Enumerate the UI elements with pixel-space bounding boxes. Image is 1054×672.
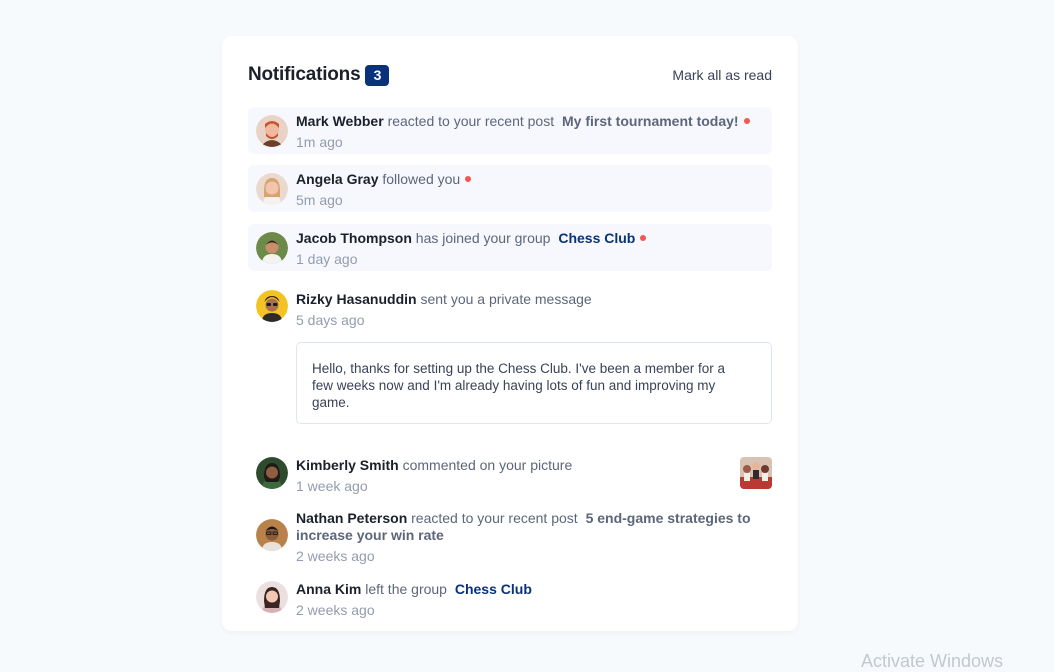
unread-dot — [465, 176, 472, 183]
avatar-nathan-peterson[interactable] — [256, 519, 288, 551]
notification-text: Angela Gray followed you — [296, 171, 772, 188]
timestamp: 5m ago — [296, 192, 343, 208]
timestamp: 1 day ago — [296, 251, 358, 267]
notification-text: Rizky Hasanuddin sent you a private mess… — [296, 291, 772, 308]
unread-dot — [743, 118, 750, 125]
notification-text: Kimberly Smith commented on your picture — [296, 457, 772, 474]
notification-item[interactable]: Kimberly Smith commented on your picture… — [248, 457, 772, 494]
activate-windows-watermark: Activate Windows — [861, 651, 1004, 671]
notification-item[interactable]: Angela Gray followed you 5m ago — [248, 165, 772, 212]
title-wrap: Notifications 3 — [248, 64, 390, 86]
avatar-kimberly-smith[interactable] — [256, 457, 288, 489]
action-text: sent you a private message — [420, 291, 592, 307]
action-text: has joined your group — [415, 230, 551, 246]
notification-text: Nathan Peterson reacted to your recent p… — [296, 510, 772, 544]
unread-dot — [640, 235, 647, 242]
notification-item[interactable]: Anna Kim left the group Chess Club 2 wee… — [248, 581, 772, 618]
action-text: followed you — [382, 171, 461, 187]
user-name-link[interactable]: Rizky Hasanuddin — [296, 291, 417, 307]
avatar-angela-gray[interactable] — [256, 173, 288, 205]
notification-item[interactable]: Rizky Hasanuddin sent you a private mess… — [248, 290, 772, 334]
page-title: Notifications — [248, 64, 361, 85]
avatar-jacob-thompson[interactable] — [256, 232, 288, 264]
notifications-card: Notifications 3 Mark all as read Mark We… — [222, 36, 798, 631]
private-message-preview[interactable]: Hello, thanks for setting up the Chess C… — [296, 342, 772, 424]
timestamp: 2 weeks ago — [296, 548, 375, 564]
group-link[interactable]: Chess Club — [558, 230, 635, 246]
timestamp: 2 weeks ago — [296, 602, 375, 618]
action-text: commented on your picture — [402, 457, 573, 473]
group-link[interactable]: Chess Club — [455, 581, 532, 597]
notification-text: Mark Webber reacted to your recent post … — [296, 113, 772, 130]
notifications-header: Notifications 3 Mark all as read — [248, 63, 772, 87]
timestamp: 1 week ago — [296, 478, 368, 494]
user-name-link[interactable]: Jacob Thompson — [296, 230, 412, 246]
unread-count-badge: 3 — [365, 64, 390, 86]
avatar-anna-kim[interactable] — [256, 581, 288, 613]
notification-item[interactable]: Nathan Peterson reacted to your recent p… — [248, 510, 772, 566]
post-link[interactable]: My first tournament today! — [562, 113, 739, 129]
avatar-mark-webber[interactable] — [256, 115, 288, 147]
mark-all-read-button[interactable]: Mark all as read — [672, 67, 772, 83]
notification-item[interactable]: Jacob Thompson has joined your group Che… — [248, 224, 772, 271]
commented-picture-thumbnail[interactable] — [740, 457, 772, 489]
timestamp: 5 days ago — [296, 312, 365, 328]
user-name-link[interactable]: Anna Kim — [296, 581, 361, 597]
notification-text: Jacob Thompson has joined your group Che… — [296, 230, 772, 247]
action-text: left the group — [365, 581, 447, 597]
notification-item[interactable]: Mark Webber reacted to your recent post … — [248, 107, 772, 154]
timestamp: 1m ago — [296, 134, 343, 150]
user-name-link[interactable]: Nathan Peterson — [296, 510, 407, 526]
user-name-link[interactable]: Kimberly Smith — [296, 457, 399, 473]
action-text: reacted to your recent post — [411, 510, 578, 526]
user-name-link[interactable]: Mark Webber — [296, 113, 384, 129]
user-name-link[interactable]: Angela Gray — [296, 171, 378, 187]
avatar-rizky-hasanuddin[interactable] — [256, 290, 288, 322]
action-text: reacted to your recent post — [387, 113, 555, 129]
notification-text: Anna Kim left the group Chess Club — [296, 581, 772, 598]
